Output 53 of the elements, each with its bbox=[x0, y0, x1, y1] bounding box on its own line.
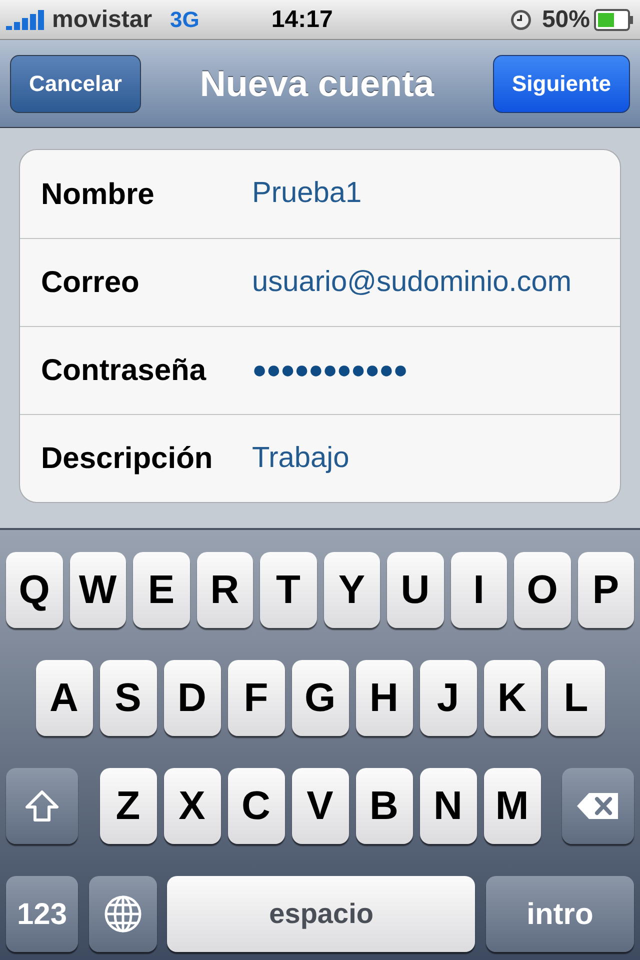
letter-key[interactable]: D bbox=[164, 660, 220, 736]
field-label: Contraseña bbox=[41, 353, 208, 389]
letter-key[interactable]: Y bbox=[324, 552, 380, 628]
status-time: 14:17 bbox=[271, 4, 333, 34]
space-key[interactable]: espacio bbox=[167, 876, 476, 952]
clock-icon bbox=[510, 8, 532, 30]
backspace-icon bbox=[575, 791, 621, 821]
shift-arrow-icon bbox=[24, 789, 60, 823]
signal-icon bbox=[6, 10, 46, 30]
letter-key[interactable]: W bbox=[70, 552, 126, 628]
letter-key[interactable]: T bbox=[260, 552, 316, 628]
letter-key[interactable]: I bbox=[450, 552, 507, 628]
input-field[interactable]: Trabajo bbox=[252, 436, 350, 480]
letter-key[interactable]: S bbox=[100, 660, 156, 736]
return-key[interactable]: intro bbox=[486, 876, 634, 952]
letter-key[interactable]: N bbox=[420, 768, 476, 844]
letter-key[interactable]: E bbox=[133, 552, 190, 628]
next-button[interactable]: Siguiente bbox=[492, 54, 630, 112]
numbers-key[interactable]: 123 bbox=[6, 876, 78, 952]
letter-key[interactable]: A bbox=[36, 660, 92, 736]
letter-key[interactable]: F bbox=[228, 660, 284, 736]
letter-key[interactable]: V bbox=[292, 768, 348, 844]
letter-key[interactable]: O bbox=[514, 552, 570, 628]
letter-key[interactable]: K bbox=[484, 660, 540, 736]
network-type: 3G bbox=[170, 6, 200, 34]
letter-key[interactable]: L bbox=[548, 660, 604, 736]
input-field[interactable]: usuario@sudominio.com bbox=[252, 260, 572, 304]
shift-key[interactable] bbox=[6, 768, 78, 844]
screen-title: Nueva cuenta bbox=[200, 62, 434, 106]
cancel-button[interactable]: Cancelar bbox=[10, 54, 141, 112]
letter-key[interactable]: G bbox=[292, 660, 348, 736]
globe-icon bbox=[102, 894, 143, 934]
field-label: Correo bbox=[41, 265, 140, 301]
letter-key[interactable]: Z bbox=[100, 768, 156, 844]
battery-icon bbox=[594, 8, 634, 30]
letter-key[interactable]: C bbox=[228, 768, 284, 844]
password-field[interactable]: ●●●●●●●●●●● bbox=[252, 352, 408, 390]
globe-key[interactable] bbox=[88, 876, 157, 952]
battery-percent: 50% bbox=[542, 4, 590, 34]
letter-key[interactable]: U bbox=[387, 552, 444, 628]
delete-key[interactable] bbox=[562, 768, 634, 844]
letter-key[interactable]: R bbox=[196, 552, 253, 628]
field-label: Descripción bbox=[41, 441, 214, 477]
letter-key[interactable]: Q bbox=[6, 552, 62, 628]
letter-key[interactable]: P bbox=[578, 552, 634, 628]
letter-key[interactable]: X bbox=[164, 768, 220, 844]
letter-key[interactable]: J bbox=[420, 660, 476, 736]
input-field[interactable]: Prueba1 bbox=[252, 172, 362, 216]
letter-key[interactable]: B bbox=[356, 768, 412, 844]
carrier-name: movistar bbox=[52, 4, 152, 34]
letter-key[interactable]: H bbox=[356, 660, 412, 736]
letter-key[interactable]: M bbox=[484, 768, 540, 844]
field-label: Nombre bbox=[41, 176, 156, 212]
